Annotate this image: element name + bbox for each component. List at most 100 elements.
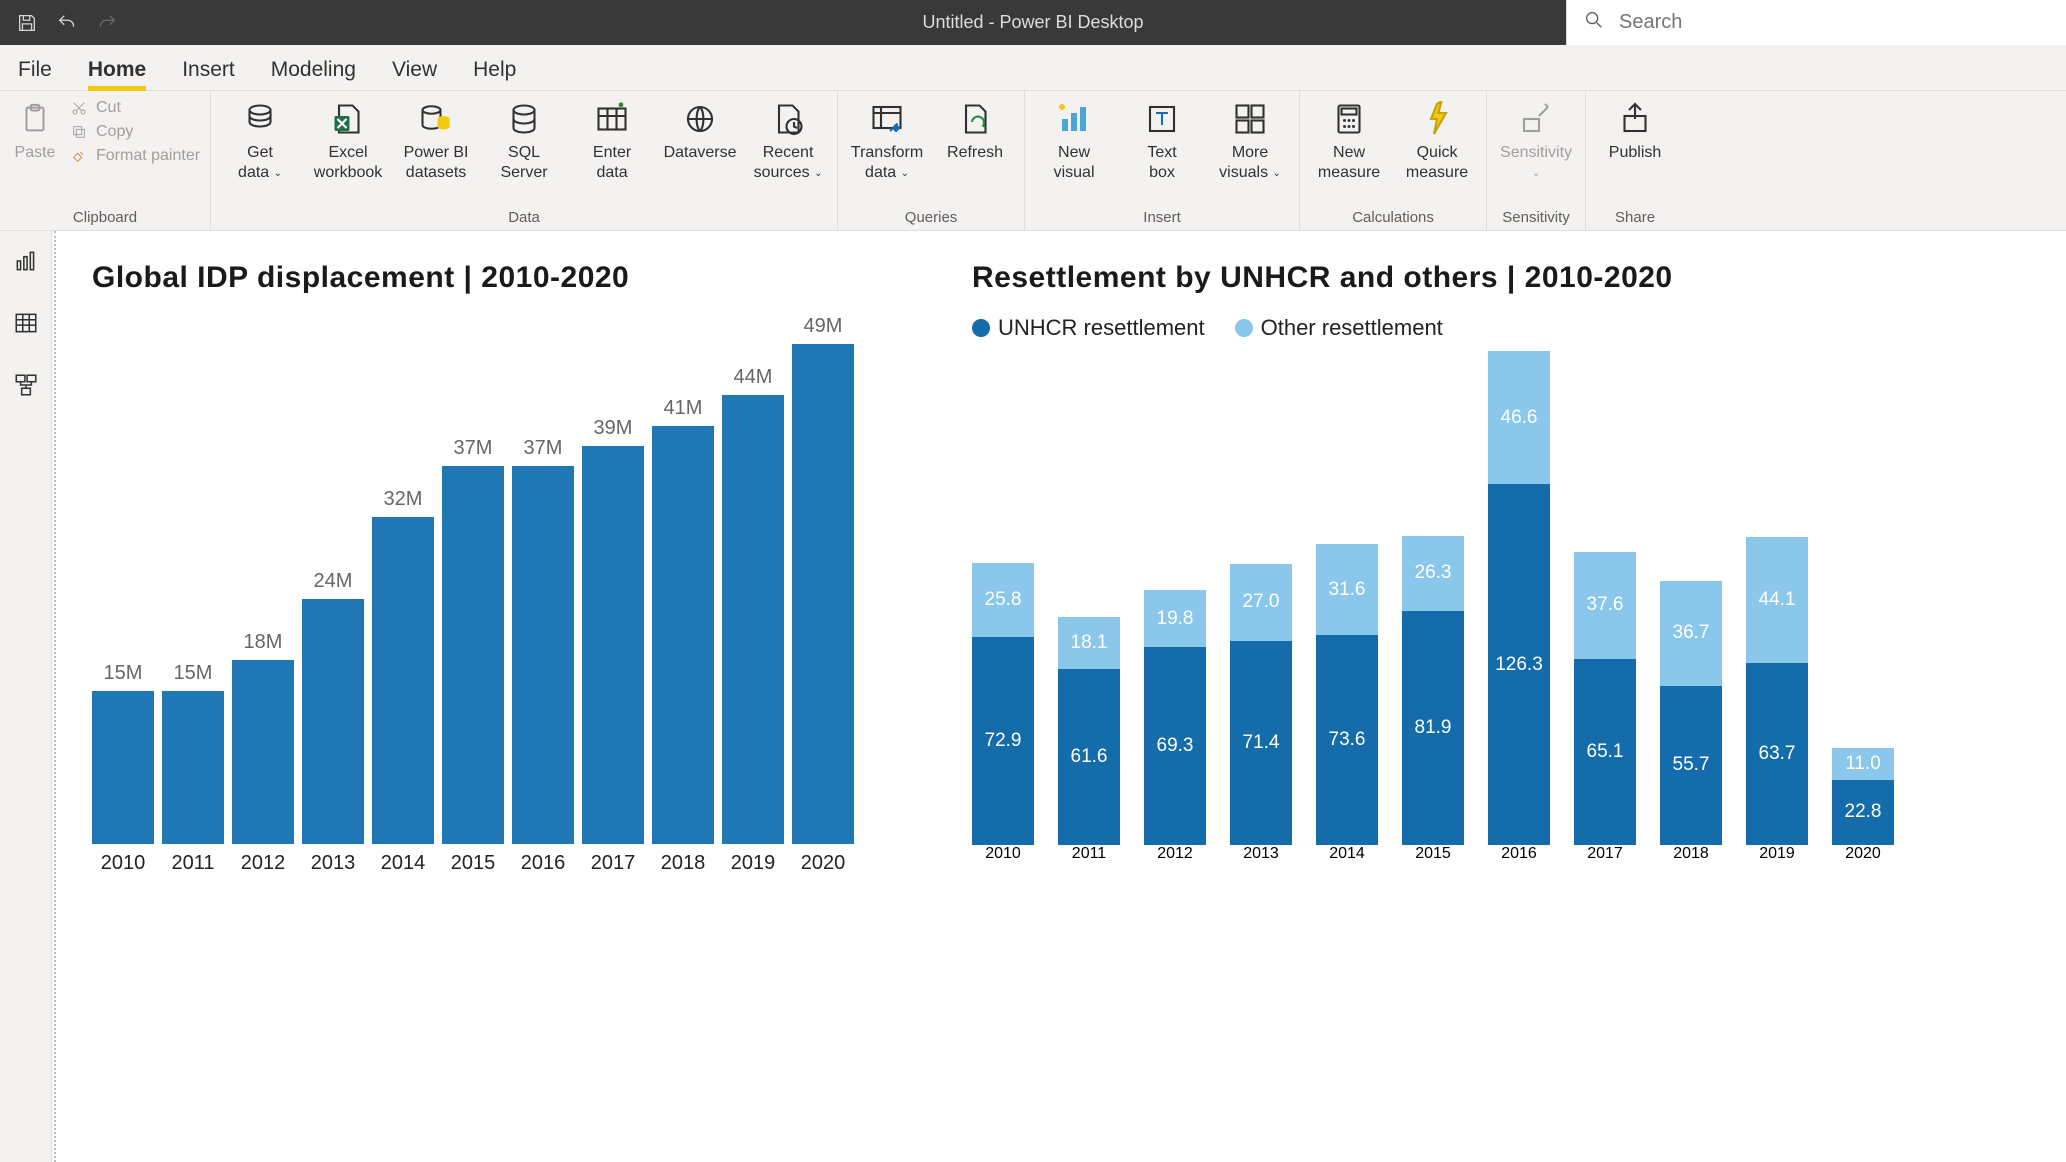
recent-sources-button[interactable]: Recent sources ⌄ [749,99,827,183]
bar-value-label: 49M [804,315,843,338]
ribbon-group-calculations: New measure Quick measure Calculations [1300,91,1487,230]
more-visuals-button[interactable]: More visuals ⌄ [1211,99,1289,183]
paste-button[interactable]: Paste [10,99,60,163]
bar-x-label: 2014 [381,852,426,875]
pbi-datasets-button[interactable]: Power BI datasets [397,99,475,183]
menu-view[interactable]: View [392,58,437,90]
bar-x-label: 2011 [1072,845,1106,863]
data-view-icon[interactable] [10,307,42,339]
bar-column: 63.744.12019 [1746,537,1808,863]
redo-icon[interactable] [94,10,120,36]
report-view-icon[interactable] [10,245,42,277]
bar-segment: 19.8 [1144,590,1206,647]
search-icon [1583,9,1605,36]
new-visual-button[interactable]: New visual [1035,99,1113,183]
copy-button[interactable]: Copy [70,123,200,141]
bar-value-label: 15M [104,662,143,685]
menu-home[interactable]: Home [88,58,146,90]
bar-segment: 71.4 [1230,641,1292,845]
bar-x-label: 2019 [731,852,776,875]
bar-segment: 61.6 [1058,669,1120,845]
group-label: Share [1596,209,1674,230]
menu-file[interactable]: File [18,58,52,90]
ribbon-group-share: Publish Share [1586,91,1684,230]
report-canvas[interactable]: Global IDP displacement | 2010-2020 15M2… [52,231,2066,1162]
bar-segment: 22.8 [1832,780,1894,845]
bar-segment: 44.1 [1746,537,1808,663]
undo-icon[interactable] [54,10,80,36]
text-box-icon [1142,99,1182,139]
bar-value-label: 41M [664,397,703,420]
bar-column: 72.925.82010 [972,563,1034,863]
bar-x-label: 2013 [1243,845,1279,863]
model-view-icon[interactable] [10,369,42,401]
bar-column: 81.926.32015 [1402,536,1464,863]
dataverse-icon [680,99,720,139]
menu-modeling[interactable]: Modeling [271,58,356,90]
bar-segment: 31.6 [1316,544,1378,634]
ribbon: Paste Cut Copy Format painter Clipboard … [0,91,2066,231]
bar [512,466,574,843]
bar-column: 15M2010 [92,662,154,875]
publish-button[interactable]: Publish [1596,99,1674,163]
get-data-button[interactable]: Get data ⌄ [221,99,299,183]
text-box-button[interactable]: Text box [1123,99,1201,183]
refresh-button[interactable]: Refresh [936,99,1014,163]
cut-button[interactable]: Cut [70,99,200,117]
left-rail [0,231,52,1162]
new-measure-button[interactable]: New measure [1310,99,1388,183]
bar-segment: 18.1 [1058,617,1120,669]
legend-item: UNHCR resettlement [972,315,1205,341]
sql-server-button[interactable]: SQL Server [485,99,563,183]
sensitivity-button[interactable]: Sensitivity⌄ [1497,99,1575,183]
bar-value-label: 39M [594,417,633,440]
bar-segment: 65.1 [1574,659,1636,845]
bar-segment: 55.7 [1660,686,1722,845]
format-painter-button[interactable]: Format painter [70,147,200,165]
chart-resettlement[interactable]: Resettlement by UNHCR and others | 2010-… [972,261,2032,875]
search-input[interactable] [1619,11,2050,34]
chart-legend: UNHCR resettlement Other resettlement [972,315,2032,341]
bar-x-label: 2020 [801,852,846,875]
pbi-datasets-icon [416,99,456,139]
bar-segment: 81.9 [1402,611,1464,845]
bar [232,660,294,844]
bar-x-label: 2014 [1329,845,1365,863]
bar [582,446,644,844]
bar-column: 39M2017 [582,417,644,875]
excel-button[interactable]: Excel workbook [309,99,387,183]
dataverse-button[interactable]: Dataverse [661,99,739,163]
bar-segment: 73.6 [1316,635,1378,845]
quick-measure-icon [1417,99,1457,139]
menu-insert[interactable]: Insert [182,58,235,90]
bar-segment: 69.3 [1144,647,1206,845]
bar-stack: 69.319.8 [1144,590,1206,845]
bar-x-label: 2015 [451,852,496,875]
bar-column: 24M2013 [302,570,364,875]
bar-column: 71.427.02013 [1230,564,1292,863]
bar-column: 18M2012 [232,631,294,875]
bar-x-label: 2013 [311,852,356,875]
bar-column: 49M 2020 [792,315,854,875]
transform-data-button[interactable]: Transform data ⌄ [848,99,926,183]
bar [722,395,784,844]
refresh-icon [955,99,995,139]
menu-help[interactable]: Help [473,58,516,90]
bar-column: 32M2014 [372,488,434,874]
bar-segment: 63.7 [1746,663,1808,845]
search-box[interactable] [1566,0,2066,45]
chart-idp[interactable]: Global IDP displacement | 2010-2020 15M2… [92,261,912,875]
enter-data-button[interactable]: Enter data [573,99,651,183]
bar-stack: 65.137.6 [1574,552,1636,845]
bar-stack: 63.744.1 [1746,537,1808,845]
bar-segment: 36.7 [1660,581,1722,686]
bar [792,344,854,844]
group-label: Clipboard [10,209,200,230]
quick-measure-button[interactable]: Quick measure [1398,99,1476,183]
transform-data-icon [867,99,907,139]
bar-segment: 11.0 [1832,748,1894,779]
save-icon[interactable] [14,10,40,36]
chart-title: Global IDP displacement | 2010-2020 [92,261,912,295]
excel-icon [328,99,368,139]
bar-x-label: 2012 [1157,845,1193,863]
